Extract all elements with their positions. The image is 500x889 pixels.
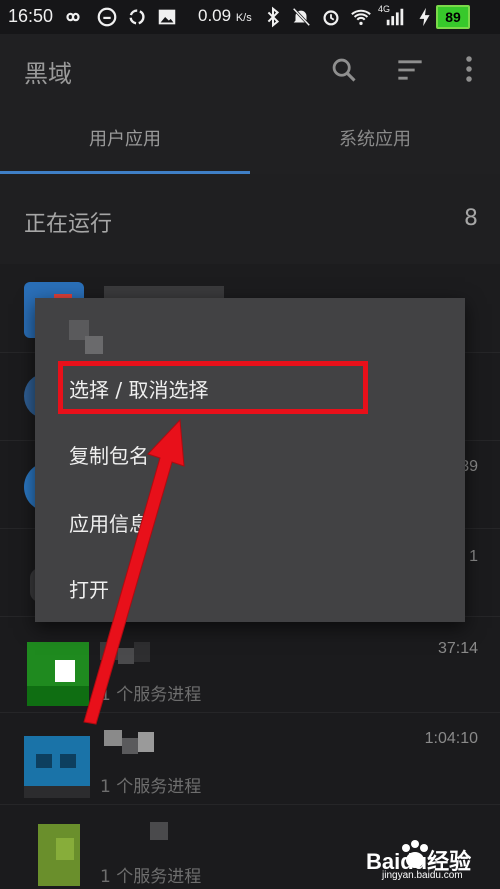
annotation-arrow-icon (83, 418, 185, 725)
baidu-watermark: Baidu经验 jingyan.baidu.com (358, 838, 500, 889)
watermark-site: jingyan.baidu.com (382, 870, 463, 881)
